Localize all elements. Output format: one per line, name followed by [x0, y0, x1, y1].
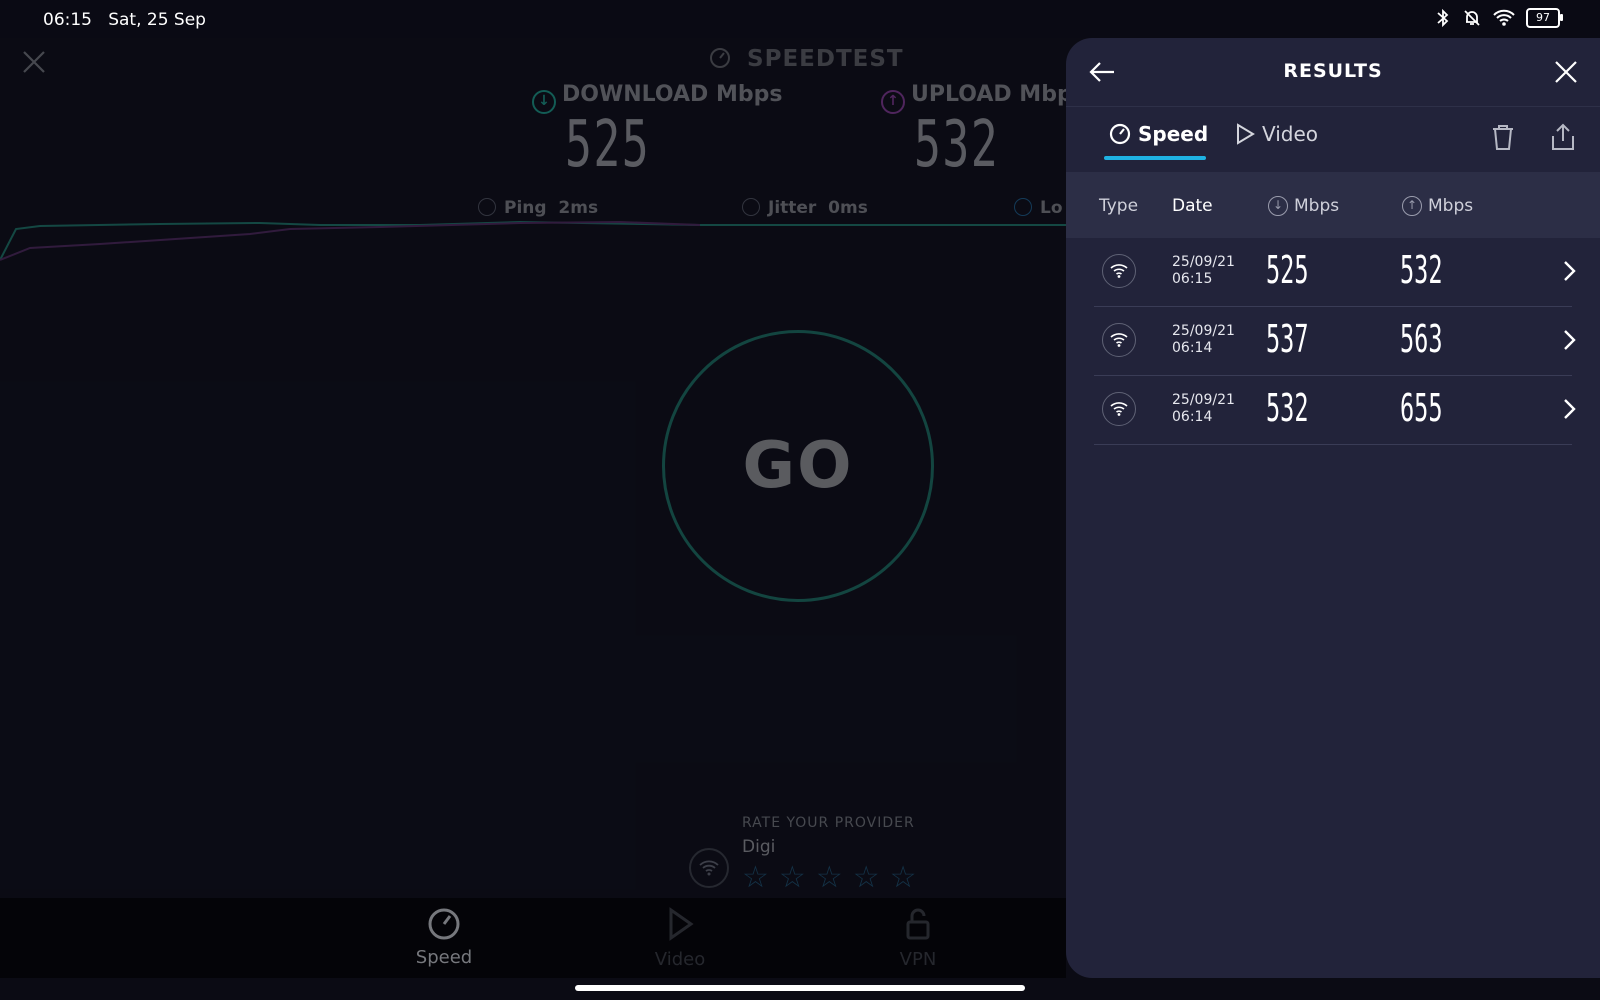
results-tabs: Speed Video: [1066, 106, 1600, 172]
chevron-right-icon[interactable]: [1558, 396, 1580, 422]
results-table-header: Type Date ↓ Mbps ↑ Mbps: [1066, 172, 1600, 238]
column-type[interactable]: Type: [1099, 196, 1138, 216]
result-date: 25/09/21 06:15: [1172, 254, 1235, 288]
result-download: 532: [1266, 386, 1309, 430]
status-date: Sat, 25 Sep: [108, 10, 206, 30]
download-label-text: DOWNLOAD: [562, 82, 709, 107]
trash-icon[interactable]: [1488, 122, 1518, 152]
star-icon[interactable]: ☆: [742, 863, 769, 893]
play-icon: [1237, 123, 1255, 145]
wifi-icon: [1102, 323, 1136, 357]
nav-label-speed: Speed: [415, 947, 473, 968]
upload-label-text: UPLOAD: [911, 82, 1012, 107]
tab-video[interactable]: Video: [1234, 122, 1318, 146]
notifications-muted-icon: [1464, 10, 1480, 26]
go-button[interactable]: GO: [662, 330, 934, 602]
result-date-time: 06:14: [1172, 409, 1213, 425]
bluetooth-icon: [1437, 8, 1449, 28]
download-arrow-icon: ↓: [532, 90, 556, 114]
go-label: GO: [742, 429, 854, 503]
column-upload-label: Mbps: [1428, 196, 1474, 216]
app-title: SPEEDTEST: [708, 46, 904, 72]
result-upload: 563: [1400, 317, 1443, 361]
wifi-icon: [1102, 392, 1136, 426]
speedometer-icon: [710, 48, 730, 68]
result-row[interactable]: 25/09/21 06:14 537 563: [1094, 307, 1576, 376]
chevron-right-icon[interactable]: [1558, 327, 1580, 353]
column-date[interactable]: Date: [1172, 196, 1213, 216]
bottom-nav: Speed Video VPN: [0, 898, 1066, 978]
battery-icon: 97: [1526, 8, 1563, 28]
wifi-icon: [699, 860, 719, 876]
close-icon[interactable]: [20, 48, 48, 76]
column-download-label: Mbps: [1294, 196, 1340, 216]
rating-stars: ☆ ☆ ☆ ☆ ☆: [742, 863, 917, 893]
upload-graph-line: [0, 220, 701, 261]
tab-speed[interactable]: Speed: [1108, 122, 1208, 146]
result-download: 537: [1266, 317, 1309, 361]
result-row[interactable]: 25/09/21 06:15 525 532: [1094, 238, 1576, 307]
result-date-time: 06:15: [1172, 271, 1213, 287]
nav-item-vpn[interactable]: VPN: [868, 906, 968, 970]
result-download: 525: [1266, 248, 1309, 292]
play-icon: [669, 907, 694, 941]
column-download[interactable]: ↓ Mbps: [1268, 196, 1339, 216]
speedometer-icon: [1109, 123, 1131, 145]
provider-wifi-icon: [689, 848, 729, 888]
results-title: RESULTS: [1283, 60, 1383, 82]
upload-arrow-icon: ↑: [881, 90, 905, 114]
result-date-day: 25/09/21: [1172, 254, 1235, 270]
upload-arrow-icon: ↑: [1402, 196, 1422, 216]
result-date: 25/09/21 06:14: [1172, 392, 1235, 426]
status-time: 06:15 Sat, 25 Sep: [43, 10, 206, 30]
download-arrow-icon: ↓: [1268, 196, 1288, 216]
download-value: 525: [565, 108, 651, 182]
wifi-icon: [1102, 254, 1136, 288]
home-indicator[interactable]: [575, 985, 1025, 991]
status-bar: 06:15 Sat, 25 Sep 97: [0, 0, 1600, 38]
nav-label-vpn: VPN: [899, 949, 937, 970]
column-upload[interactable]: ↑ Mbps: [1402, 196, 1473, 216]
chevron-right-icon[interactable]: [1558, 258, 1580, 284]
result-date-day: 25/09/21: [1172, 392, 1235, 408]
result-upload: 655: [1400, 386, 1443, 430]
lock-icon: [906, 908, 930, 940]
star-icon[interactable]: ☆: [853, 863, 880, 893]
results-list: 25/09/21 06:15 525 532 25/09/21 06:14 537 …: [1066, 238, 1600, 445]
status-clock: 06:15: [43, 10, 92, 30]
download-unit: Mbps: [715, 82, 783, 107]
result-row[interactable]: 25/09/21 06:14 532 655: [1094, 376, 1576, 445]
result-date-time: 06:14: [1172, 340, 1213, 356]
result-date: 25/09/21 06:14: [1172, 323, 1235, 357]
status-icons: 97: [1434, 8, 1563, 28]
speed-graph: [0, 220, 1066, 261]
provider-name: Digi: [742, 837, 776, 857]
results-panel: RESULTS Speed Video Type Date ↓ Mbps ↑ M…: [1066, 38, 1600, 978]
result-upload: 532: [1400, 248, 1443, 292]
nav-label-video: Video: [654, 949, 706, 970]
active-tab-indicator: [1104, 156, 1206, 160]
tab-video-label: Video: [1262, 122, 1319, 146]
star-icon[interactable]: ☆: [816, 863, 843, 893]
upload-value: 532: [914, 108, 1000, 182]
nav-item-video[interactable]: Video: [630, 906, 730, 970]
nav-item-speed[interactable]: Speed: [394, 906, 494, 968]
close-icon[interactable]: [1552, 58, 1580, 86]
tab-speed-label: Speed: [1138, 122, 1209, 146]
star-icon[interactable]: ☆: [779, 863, 806, 893]
share-icon[interactable]: [1548, 122, 1578, 152]
rate-title: RATE YOUR PROVIDER: [742, 815, 915, 831]
rate-provider: RATE YOUR PROVIDER Digi ☆ ☆ ☆ ☆ ☆: [742, 815, 917, 893]
speedometer-icon: [428, 908, 460, 940]
wifi-icon: [1493, 9, 1515, 26]
result-date-day: 25/09/21: [1172, 323, 1235, 339]
star-icon[interactable]: ☆: [890, 863, 917, 893]
results-header: RESULTS: [1066, 38, 1600, 107]
app-title-text: SPEEDTEST: [747, 46, 904, 72]
